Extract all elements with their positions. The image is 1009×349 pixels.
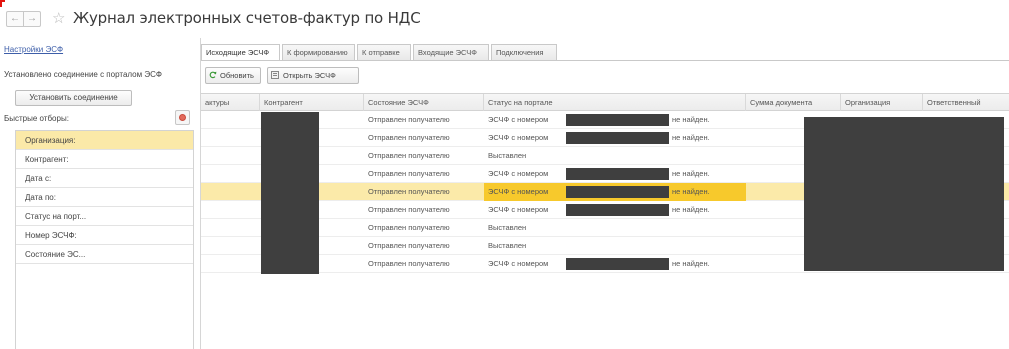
cell-portal-status: ЭСЧФ с номером не найден. (484, 165, 746, 183)
filter-organization[interactable]: Организация: (16, 131, 193, 150)
cell-portal-status: Выставлен (484, 147, 746, 165)
column-header-amount[interactable]: Сумма документа (746, 94, 841, 111)
window-header: ← → ☆ Журнал электронных счетов-фактур п… (0, 0, 1009, 38)
refresh-button[interactable]: Обновить (205, 67, 261, 84)
portal-status-suffix: не найден. (672, 115, 710, 124)
column-header-counterparty[interactable]: Контрагент (260, 94, 364, 111)
table-header: актуры Контрагент Состояние ЭСЧФ Статус … (201, 93, 1009, 111)
arrow-left-icon: ← (10, 13, 20, 24)
portal-status-text: ЭСЧФ с номером (488, 205, 549, 214)
portal-status-suffix: не найден. (672, 187, 710, 196)
column-header-invoice[interactable]: актуры (201, 94, 260, 111)
tab-incoming[interactable]: Входящие ЭСЧФ (413, 44, 489, 61)
cell-state: Отправлен получателю (368, 169, 450, 178)
portal-status-text: ЭСЧФ с номером (488, 259, 549, 268)
sidebar: Настройки ЭСФ Установлено соединение с п… (0, 38, 199, 349)
filter-date-to[interactable]: Дата по: (16, 188, 193, 207)
star-icon[interactable]: ☆ (52, 9, 65, 27)
open-invoice-button[interactable]: Открыть ЭСЧФ (267, 67, 359, 84)
cell-state: Отправлен получателю (368, 241, 450, 250)
quick-filters-label: Быстрые отборы: (4, 114, 69, 123)
cell-state: Отправлен получателю (368, 205, 450, 214)
tab-to-generate[interactable]: К формированию (282, 44, 355, 61)
tab-divider (201, 60, 1009, 61)
open-invoice-label: Открыть ЭСЧФ (283, 71, 336, 80)
cell-portal-status: Выставлен (484, 237, 746, 255)
cell-state: Отправлен получателю (368, 223, 450, 232)
filter-portal-status[interactable]: Статус на порт... (16, 207, 193, 226)
redacted-right-columns (804, 117, 1004, 271)
redacted-number (566, 132, 669, 144)
redacted-number (566, 258, 669, 270)
portal-status-suffix: не найден. (672, 259, 710, 268)
portal-status-text: ЭСЧФ с номером (488, 169, 549, 178)
cell-state: Отправлен получателю (368, 133, 450, 142)
clear-filters-button[interactable] (175, 110, 190, 125)
column-header-portal-status[interactable]: Статус на портале (484, 94, 746, 111)
arrow-right-icon: → (27, 13, 37, 24)
cell-portal-status: ЭСЧФ с номером не найден. (484, 255, 746, 273)
clear-icon (179, 114, 186, 121)
tab-connections[interactable]: Подключения (491, 44, 557, 61)
portal-status-text: Выставлен (488, 223, 527, 232)
redacted-number (566, 186, 669, 198)
portal-status-text: Выставлен (488, 241, 527, 250)
redacted-number (566, 204, 669, 216)
filter-date-from[interactable]: Дата с: (16, 169, 193, 188)
main-panel: Исходящие ЭСЧФ К формированию К отправке… (200, 38, 1009, 349)
portal-status-text: ЭСЧФ с номером (488, 187, 549, 196)
tab-to-send[interactable]: К отправке (357, 44, 411, 61)
forward-button[interactable]: → (23, 11, 41, 27)
filter-invoice-state[interactable]: Состояние ЭС... (16, 245, 193, 264)
portal-status-text: ЭСЧФ с номером (488, 133, 549, 142)
filter-counterparty[interactable]: Контрагент: (16, 150, 193, 169)
redacted-counterparty (261, 112, 319, 274)
cell-portal-status: ЭСЧФ с номером не найден. (484, 183, 746, 201)
back-button[interactable]: ← (6, 11, 24, 27)
cell-state: Отправлен получателю (368, 115, 450, 124)
filter-invoice-number[interactable]: Номер ЭСЧФ: (16, 226, 193, 245)
redacted-number (566, 168, 669, 180)
settings-link[interactable]: Настройки ЭСФ (4, 45, 63, 54)
portal-status-text: ЭСЧФ с номером (488, 115, 549, 124)
portal-status-suffix: не найден. (672, 169, 710, 178)
tab-bar: Исходящие ЭСЧФ К формированию К отправке… (201, 44, 1009, 61)
portal-status-suffix: не найден. (672, 205, 710, 214)
portal-status-suffix: не найден. (672, 133, 710, 142)
refresh-label: Обновить (220, 71, 254, 80)
portal-status-text: Выставлен (488, 151, 527, 160)
cell-portal-status: ЭСЧФ с номером не найден. (484, 201, 746, 219)
open-document-icon (271, 71, 279, 80)
connection-status: Установлено соединение с порталом ЭСФ (4, 70, 162, 79)
connect-button[interactable]: Установить соединение (15, 90, 132, 106)
cell-state: Отправлен получателю (368, 259, 450, 268)
column-header-state[interactable]: Состояние ЭСЧФ (364, 94, 484, 111)
page-title: Журнал электронных счетов-фактур по НДС (73, 9, 421, 27)
redacted-number (566, 114, 669, 126)
cell-state: Отправлен получателю (368, 187, 450, 196)
column-header-organization[interactable]: Организация (841, 94, 923, 111)
cell-portal-status: Выставлен (484, 219, 746, 237)
cell-state: Отправлен получателю (368, 151, 450, 160)
cell-portal-status: ЭСЧФ с номером не найден. (484, 129, 746, 147)
refresh-icon (209, 71, 217, 79)
filter-list: Организация: Контрагент: Дата с: Дата по… (15, 130, 194, 349)
tab-outgoing[interactable]: Исходящие ЭСЧФ (201, 44, 280, 61)
column-header-responsible[interactable]: Ответственный (923, 94, 1009, 111)
cell-portal-status: ЭСЧФ с номером не найден. (484, 111, 746, 129)
